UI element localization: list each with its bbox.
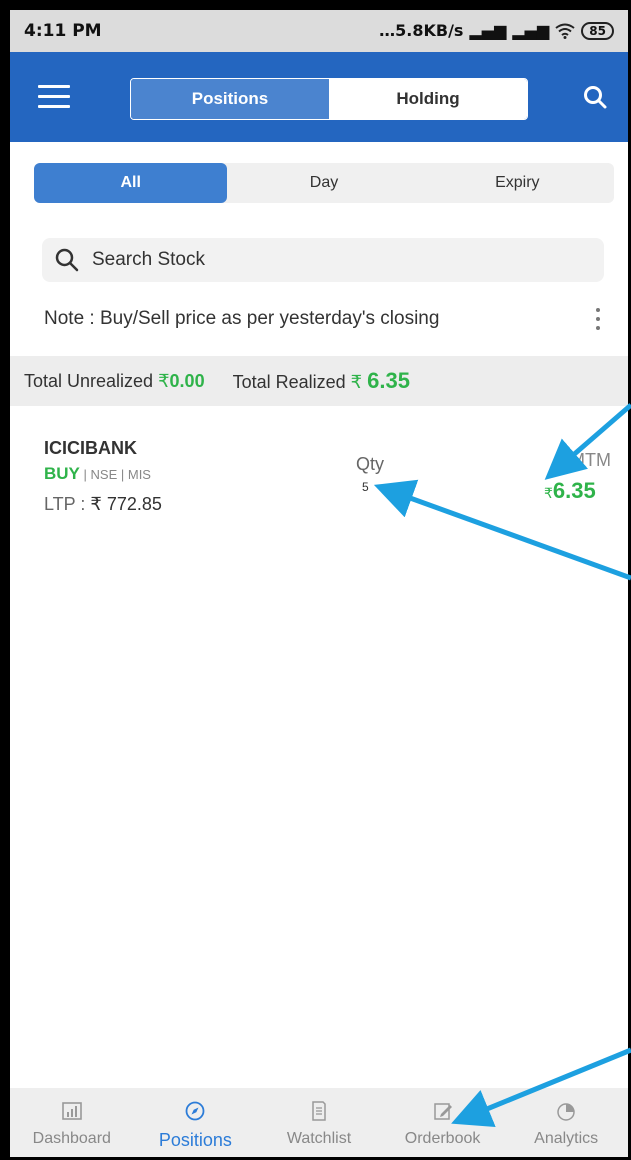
position-ltp: LTP : ₹ 772.85 [44,494,162,515]
signal-icon: ▂▄▆ [469,21,507,40]
nav-orderbook[interactable]: Orderbook [381,1088,505,1157]
totals-bar: Total Unrealized ₹0.00 Total Realized ₹ … [10,356,628,406]
search-stock-input[interactable] [92,249,542,271]
wifi-icon [555,23,575,39]
rupee-icon: ₹ [544,485,553,501]
filter-day[interactable]: Day [227,163,420,203]
nav-watchlist-label: Watchlist [286,1130,352,1147]
more-options-icon[interactable] [594,308,602,334]
app-bar: Positions Holding [10,52,628,142]
filter-all[interactable]: All [34,163,228,203]
qty-label: Qty [356,454,385,474]
bottom-navigation: Dashboard Positions Watchlist Orderbook … [10,1088,628,1157]
rupee-icon: ₹ [350,372,363,392]
nav-orderbook-label: Orderbook [404,1130,481,1147]
status-bar: 4:11 PM …5.8KB/s ▂▄▆ ▂▄▆ 85 [10,10,628,52]
dashboard-icon [61,1102,82,1120]
nav-analytics-label: Analytics [534,1130,599,1147]
position-exchange: NSE [90,467,118,482]
pie-chart-icon [557,1103,575,1121]
ltp-label: LTP : [44,494,86,514]
total-unrealized-value: 0.00 [169,370,205,391]
rupee-icon: ₹ [158,370,170,391]
position-row[interactable]: ICICIBANK BUY | NSE | MIS LTP : ₹ 772.85… [10,420,628,540]
status-time: 4:11 PM [24,21,102,41]
mtm-label: MTM [570,450,611,470]
position-meta: BUY | NSE | MIS [44,464,151,483]
nav-analytics[interactable]: Analytics [504,1088,628,1157]
total-unrealized-label: Total Unrealized [24,370,154,391]
search-stock-box [42,238,604,282]
mtm-value: 6.35 [552,478,596,503]
phone-screen: 4:11 PM …5.8KB/s ▂▄▆ ▂▄▆ 85 Positions Ho… [10,10,628,1157]
positions-holding-toggle: Positions Holding [130,78,528,120]
hamburger-menu-icon[interactable] [38,85,70,109]
orderbook-icon [433,1103,452,1120]
qty-value: 5 [362,480,369,494]
total-realized-label: Total Realized [232,372,346,392]
search-icon[interactable] [582,84,608,110]
total-unrealized: Total Unrealized ₹0.00 [24,371,205,392]
total-realized-value: 6.35 [367,368,410,393]
search-icon [55,248,79,272]
nav-dashboard[interactable]: Dashboard [10,1088,134,1157]
note-text: Note : Buy/Sell price as per yesterday's… [44,308,440,329]
position-side: BUY [44,464,80,483]
screenshot-frame: 4:11 PM …5.8KB/s ▂▄▆ ▂▄▆ 85 Positions Ho… [0,0,631,1160]
position-product: MIS [127,467,151,482]
status-indicators: …5.8KB/s ▂▄▆ ▂▄▆ 85 [379,21,614,40]
watchlist-icon [312,1101,326,1121]
network-speed: …5.8KB/s [379,21,464,40]
total-realized: Total Realized ₹ 6.35 [233,368,410,394]
nav-positions-label: Positions [158,1130,232,1150]
ltp-value: ₹ 772.85 [90,494,162,514]
battery-icon: 85 [581,21,614,40]
signal-icon-2: ▂▄▆ [512,21,550,40]
nav-watchlist[interactable]: Watchlist [257,1088,381,1157]
tab-positions[interactable]: Positions [131,79,329,119]
tab-holding[interactable]: Holding [329,79,527,119]
filter-expiry[interactable]: Expiry [421,163,614,203]
filter-tabs: All Day Expiry [34,163,614,203]
nav-positions[interactable]: Positions [134,1088,258,1157]
nav-dashboard-label: Dashboard [32,1130,111,1147]
compass-icon [185,1101,205,1121]
mtm-value-wrap: ₹6.35 [544,478,596,504]
position-symbol: ICICIBANK [44,438,137,458]
